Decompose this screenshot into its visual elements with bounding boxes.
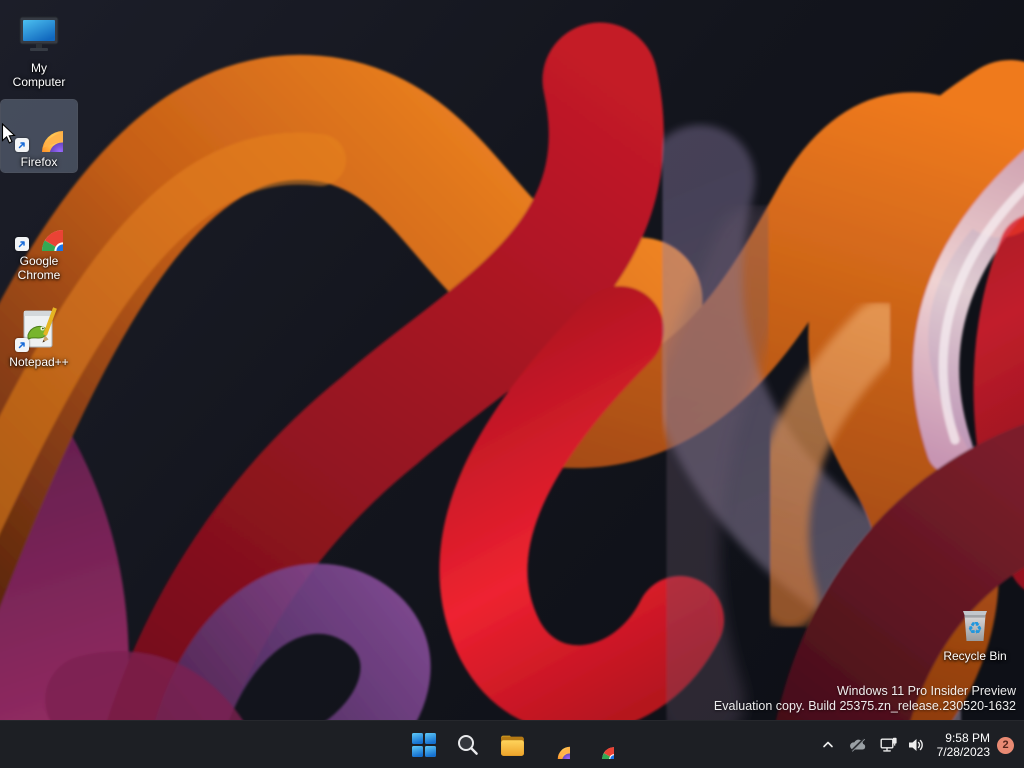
- clock-time: 9:58 PM: [945, 730, 990, 745]
- clock-date: 7/28/2023: [936, 745, 990, 759]
- file-explorer-icon: [500, 735, 524, 756]
- chrome-taskbar-button[interactable]: [580, 725, 620, 765]
- desktop[interactable]: My Computer Firefox Google Chrome Notepa…: [0, 0, 1024, 720]
- watermark-line2: Evaluation copy. Build 25375.zn_release.…: [713, 699, 1016, 713]
- taskbar: 9:58 PM 7/28/2023 2: [0, 720, 1024, 768]
- wallpaper: [0, 0, 1024, 720]
- windows-desktop-screen: My Computer Firefox Google Chrome Notepa…: [0, 0, 1024, 768]
- search-icon: [458, 735, 478, 755]
- chrome-icon: [15, 203, 63, 251]
- start-button[interactable]: [404, 725, 444, 765]
- notepad-plus-plus-icon: [15, 304, 63, 352]
- watermark-line1: Windows 11 Pro Insider Preview: [836, 684, 1016, 698]
- onedrive-offline-icon: [849, 738, 865, 752]
- desktop-icon-label: Google Chrome: [17, 254, 61, 282]
- taskbar-center: [404, 721, 620, 768]
- volume-icon: [909, 739, 923, 751]
- shortcut-arrow-icon: [15, 237, 29, 251]
- firefox-icon: [542, 731, 570, 759]
- firefox-icon: [15, 104, 63, 152]
- chevron-up-icon: [822, 741, 833, 748]
- hidden-icons-button[interactable]: [814, 727, 842, 763]
- desktop-icon-recycle-bin[interactable]: ♻ Recycle Bin: [937, 594, 1013, 666]
- desktop-icon-label: My Computer: [12, 61, 66, 89]
- desktop-icon-label: Notepad++: [9, 355, 69, 369]
- chrome-icon: [587, 732, 614, 759]
- svg-text:♻: ♻: [967, 619, 982, 639]
- file-explorer-button[interactable]: [492, 725, 532, 765]
- shortcut-arrow-icon: [15, 138, 29, 152]
- recycle-bin-icon: ♻: [951, 598, 999, 646]
- my-computer-icon: [15, 10, 63, 58]
- desktop-icon-label: Recycle Bin: [943, 649, 1007, 663]
- quick-settings-button[interactable]: [874, 727, 932, 763]
- mouse-cursor: [1, 123, 16, 144]
- desktop-icon-notepad-plus-plus[interactable]: Notepad++: [1, 300, 77, 372]
- search-button[interactable]: [448, 725, 488, 765]
- desktop-icon-my-computer[interactable]: My Computer: [1, 6, 77, 92]
- evaluation-watermark: Windows 11 Pro Insider Preview Evaluatio…: [714, 684, 1016, 714]
- network-icon: [880, 737, 897, 752]
- shortcut-arrow-icon: [15, 338, 29, 352]
- taskbar-clock[interactable]: 9:58 PM 7/28/2023: [937, 731, 990, 760]
- desktop-icon-label: Firefox: [20, 155, 58, 169]
- system-tray: 9:58 PM 7/28/2023 2: [814, 721, 1024, 768]
- firefox-taskbar-button[interactable]: [536, 725, 576, 765]
- windows-start-icon: [412, 733, 436, 757]
- notification-badge[interactable]: 2: [997, 736, 1014, 754]
- onedrive-tray-button[interactable]: [842, 727, 874, 763]
- desktop-icon-google-chrome[interactable]: Google Chrome: [1, 199, 77, 285]
